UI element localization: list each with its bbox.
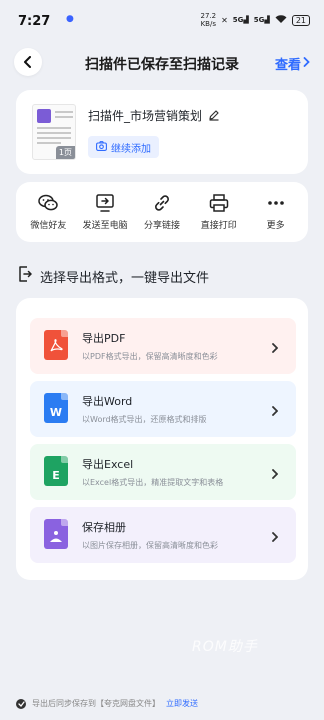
file-name-row: 扫描件_市场营销策划 xyxy=(88,106,220,125)
more-icon xyxy=(266,194,286,212)
file-name: 扫描件_市场营销策划 xyxy=(88,109,203,123)
signal-5g-icon: 5G▟ xyxy=(232,16,249,24)
chevron-right-icon xyxy=(272,527,279,546)
watermark: ROM助手 xyxy=(192,639,258,655)
signal-5g-icon-2: 5G▟ xyxy=(253,16,270,24)
action-print[interactable]: 直接打印 xyxy=(191,193,247,231)
option-description: 以图片保存相册，保留高清晰度和色彩 xyxy=(82,541,218,550)
edit-pencil-icon[interactable] xyxy=(208,106,220,125)
option-title: 导出Word xyxy=(82,395,133,408)
continue-add-button[interactable]: 继续添加 xyxy=(88,136,159,158)
option-title: 保存相册 xyxy=(82,521,126,534)
status-bar: 7:27 ● 27.2 KB/s ✕ 5G▟ 5G▟ 21 xyxy=(0,0,324,40)
notification-dot-icon: ● xyxy=(66,14,74,24)
net-speed: 27.2 KB/s xyxy=(200,12,217,28)
link-icon xyxy=(152,194,172,212)
file-thumbnail[interactable]: 1页 xyxy=(32,104,76,160)
export-options-card: 导出PDF 以PDF格式导出，保留高清晰度和色彩 W 导出Word 以Word格… xyxy=(16,298,308,580)
status-time: 7:27 xyxy=(18,14,51,29)
chevron-right-icon xyxy=(272,338,279,357)
wechat-icon xyxy=(38,194,59,212)
document-icon xyxy=(37,109,51,123)
action-more[interactable]: 更多 xyxy=(248,194,304,231)
footer-sync-note: 导出后同步保存到【夸克网盘文件】 立即发送 xyxy=(16,698,198,709)
image-file-icon xyxy=(44,519,68,549)
status-icons: 27.2 KB/s ✕ 5G▟ 5G▟ 21 xyxy=(200,12,310,28)
printer-icon xyxy=(209,193,229,212)
word-file-icon: W xyxy=(44,393,68,423)
option-description: 以PDF格式导出，保留高清晰度和色彩 xyxy=(82,352,218,361)
nfc-icon: ✕ xyxy=(221,15,228,25)
view-link[interactable]: 查看 xyxy=(275,54,310,73)
checkmark-icon[interactable] xyxy=(16,698,26,709)
export-icon xyxy=(18,266,32,286)
export-pdf-option[interactable]: 导出PDF 以PDF格式导出，保留高清晰度和色彩 xyxy=(30,318,296,374)
chevron-right-icon xyxy=(272,464,279,483)
action-wechat[interactable]: 微信好友 xyxy=(20,194,76,231)
export-excel-option[interactable]: E 导出Excel 以Excel格式导出，精准提取文字和表格 xyxy=(30,444,296,500)
export-section-title: 选择导出格式，一键导出文件 xyxy=(18,266,209,286)
action-send-to-pc[interactable]: 发送至电脑 xyxy=(77,193,133,231)
option-title: 导出Excel xyxy=(82,458,134,471)
send-to-pc-icon xyxy=(95,193,115,212)
wifi-icon xyxy=(275,14,287,26)
option-description: 以Word格式导出，还原格式和排版 xyxy=(82,415,207,424)
battery-icon: 21 xyxy=(291,14,310,26)
chevron-right-icon xyxy=(303,56,310,71)
send-now-link[interactable]: 立即发送 xyxy=(166,698,198,709)
page-count-badge: 1页 xyxy=(55,146,75,159)
excel-file-icon: E xyxy=(44,456,68,486)
pdf-file-icon xyxy=(44,330,68,360)
camera-icon xyxy=(96,140,107,154)
chevron-right-icon xyxy=(272,401,279,420)
save-album-option[interactable]: 保存相册 以图片保存相册，保留高清晰度和色彩 xyxy=(30,507,296,563)
file-card: 1页 扫描件_市场营销策划 继续添加 xyxy=(16,90,308,174)
export-word-option[interactable]: W 导出Word 以Word格式导出，还原格式和排版 xyxy=(30,381,296,437)
option-description: 以Excel格式导出，精准提取文字和表格 xyxy=(82,478,224,487)
action-share-link[interactable]: 分享链接 xyxy=(134,194,190,231)
option-title: 导出PDF xyxy=(82,332,126,345)
header: 扫描件已保存至扫描记录 查看 xyxy=(0,44,324,80)
share-actions-card: 微信好友 发送至电脑 分享链接 直接打印 更多 xyxy=(16,182,308,242)
